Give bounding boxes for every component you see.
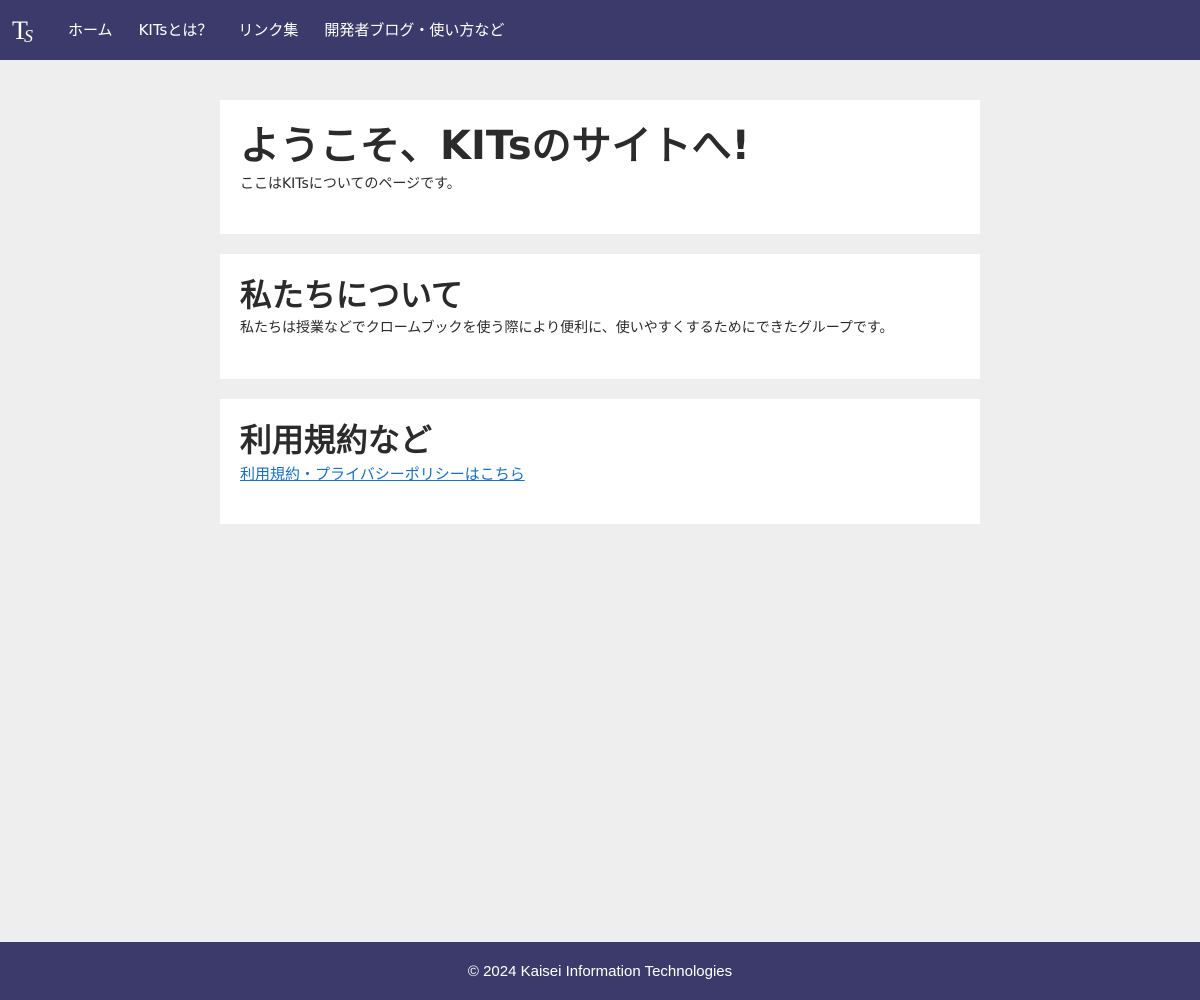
about-card: 私たちについて 私たちは授業などでクロームブックを使う際により便利に、使いやすく…: [220, 254, 980, 379]
kits-logo-icon[interactable]: T S: [12, 14, 44, 46]
about-title: 私たちについて: [240, 276, 464, 314]
welcome-title: ようこそ、KITsのサイトへ!: [240, 123, 750, 169]
about-text: 私たちは授業などでクロームブックを使う際により便利に、使いやすくするためにできた…: [240, 320, 894, 337]
nav-links-link[interactable]: リンク集: [238, 0, 298, 60]
terms-privacy-link[interactable]: 利用規約・プライバシーポリシーはこちら: [240, 463, 525, 484]
top-navbar: T S ホーム KITsとは？ リンク集 開発者ブログ・使い方など: [0, 0, 1200, 60]
nav-blog-link[interactable]: 開発者ブログ・使い方など: [324, 0, 504, 60]
terms-card: 利用規約など 利用規約・プライバシーポリシーはこちら: [220, 399, 980, 524]
main-content: ようこそ、KITsのサイトへ! ここはKITsについてのページです。 私たちにつ…: [220, 100, 980, 544]
page-footer: © 2024 Kaisei Information Technologies: [0, 942, 1200, 1000]
nav-home-link[interactable]: ホーム: [68, 0, 113, 60]
main-nav: ホーム KITsとは？ リンク集 開発者ブログ・使い方など: [68, 0, 504, 60]
terms-title: 利用規約など: [240, 421, 433, 459]
svg-text:S: S: [24, 26, 33, 45]
footer-copyright: © 2024 Kaisei Information Technologies: [467, 962, 733, 980]
nav-about-kits-link[interactable]: KITsとは？: [139, 0, 213, 60]
welcome-text: ここはKITsについてのページです。: [240, 176, 461, 192]
welcome-card: ようこそ、KITsのサイトへ! ここはKITsについてのページです。: [220, 100, 980, 234]
